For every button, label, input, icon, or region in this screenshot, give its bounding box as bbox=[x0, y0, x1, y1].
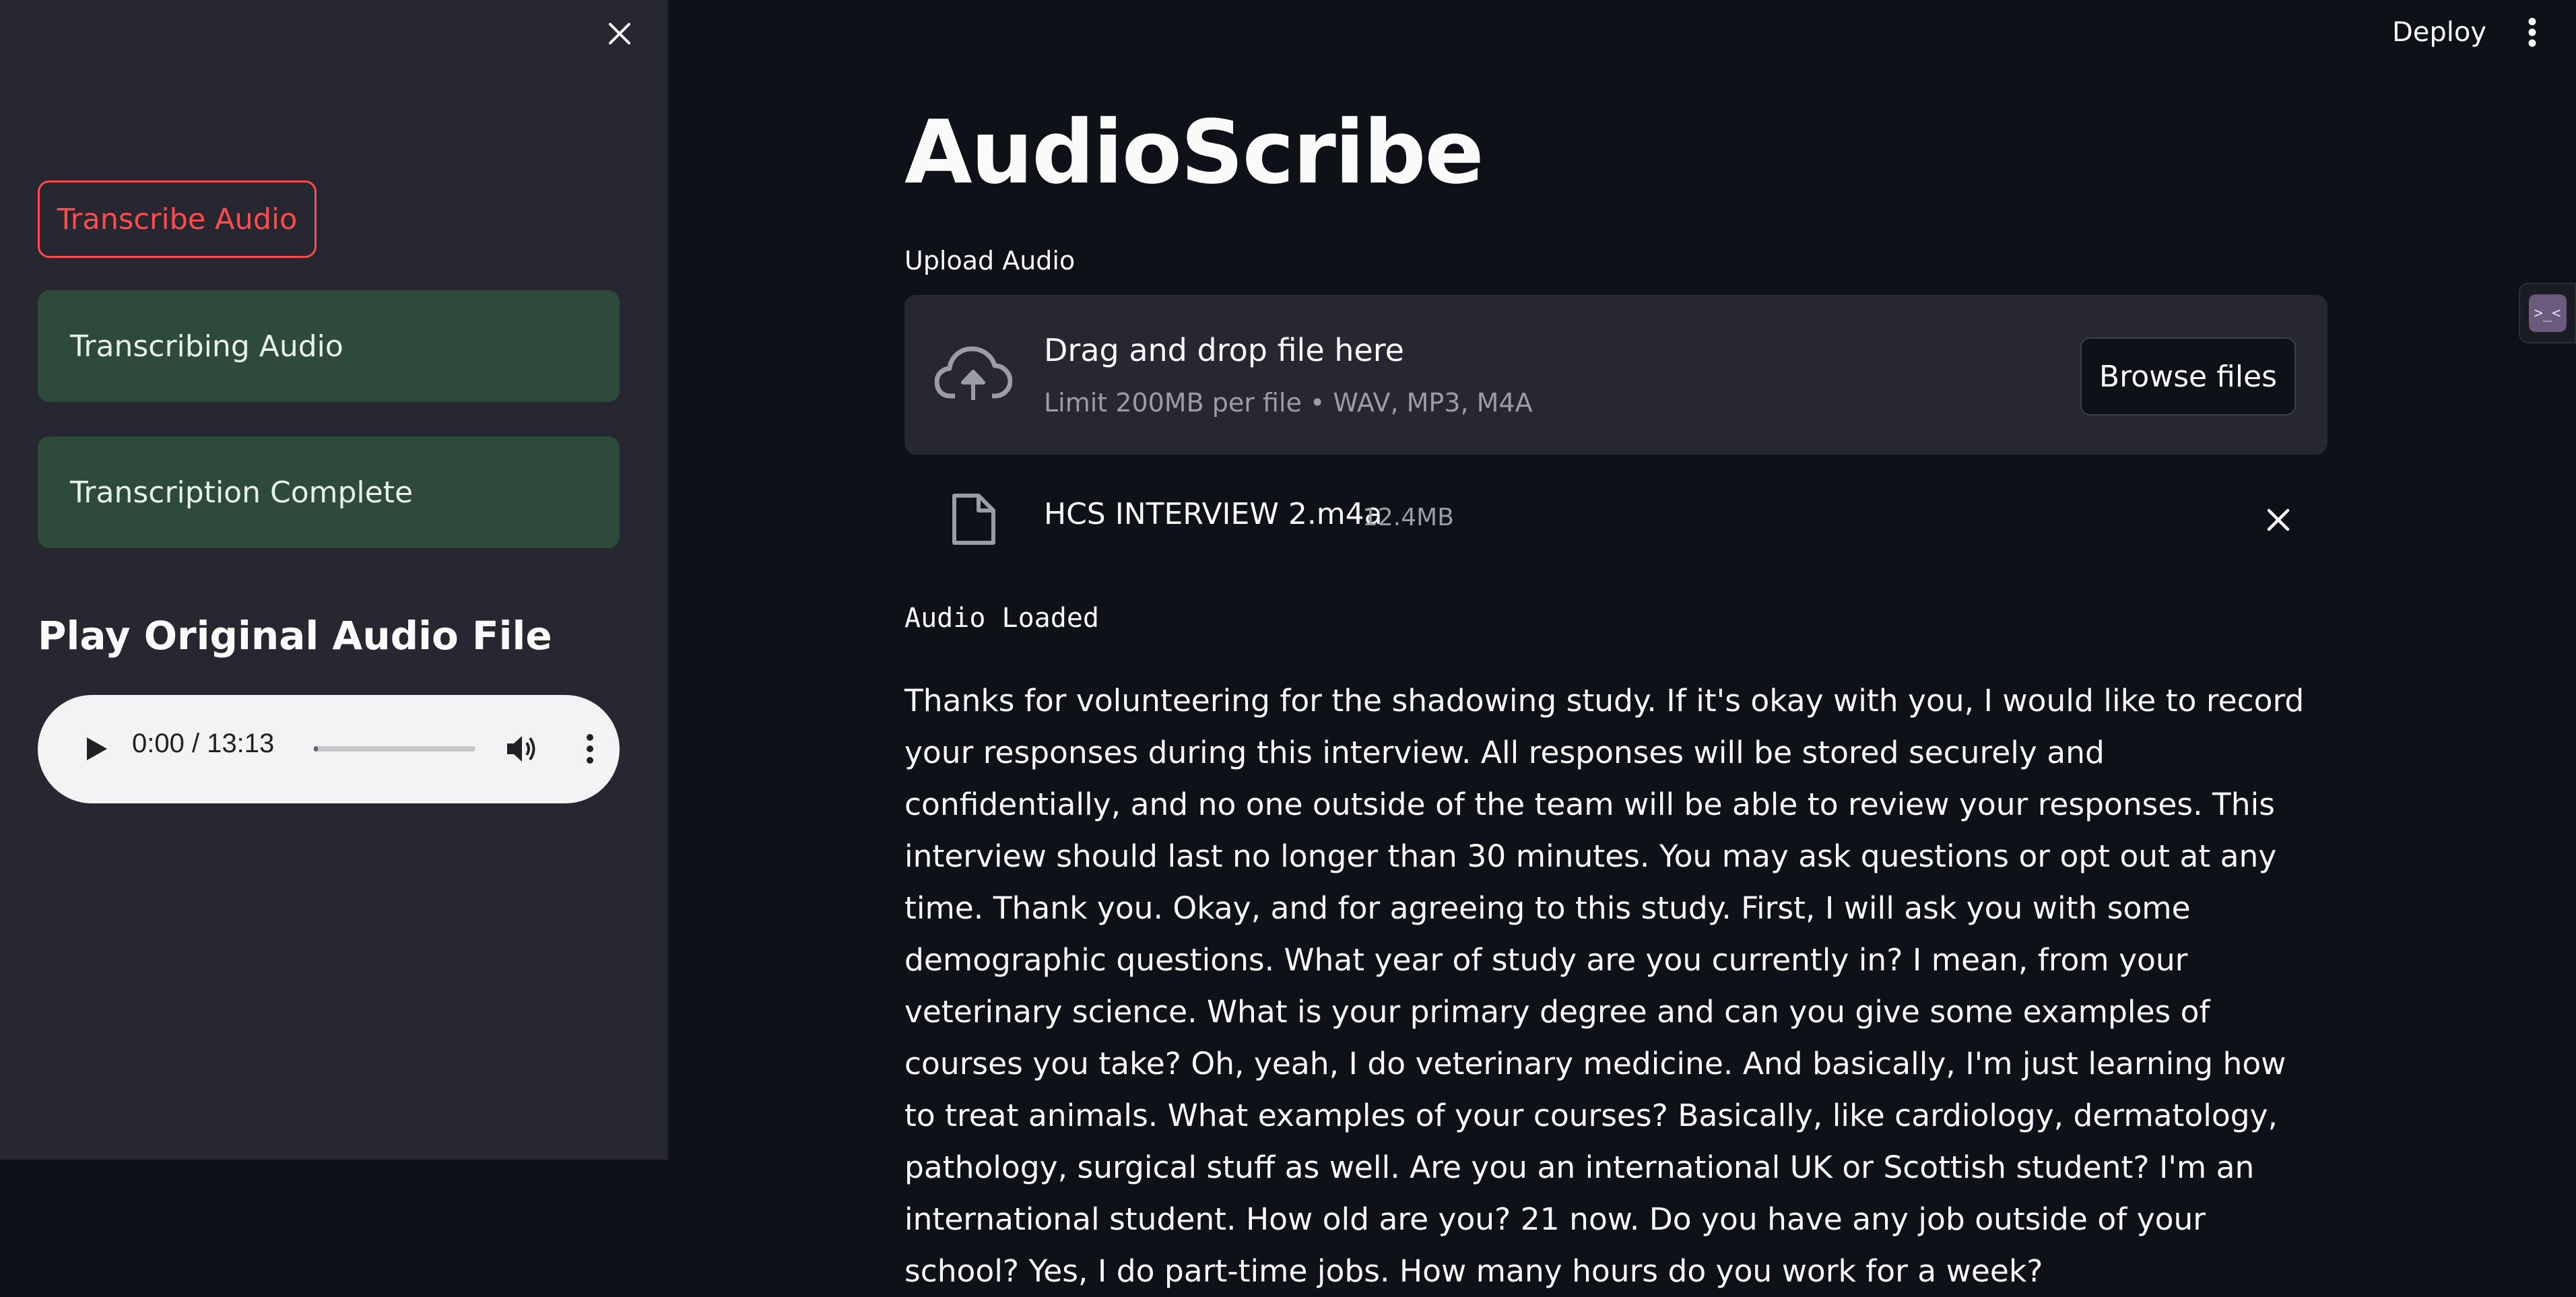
file-name: HCS INTERVIEW 2.m4a bbox=[1044, 497, 1383, 531]
audio-more-button[interactable] bbox=[576, 729, 603, 769]
play-icon bbox=[87, 737, 107, 760]
remove-file-button[interactable] bbox=[2258, 500, 2299, 540]
more-vertical-icon bbox=[587, 734, 593, 764]
transcribe-audio-button[interactable]: Transcribe Audio bbox=[38, 180, 317, 258]
main-menu-button[interactable] bbox=[2515, 12, 2549, 53]
file-dropzone[interactable]: Drag and drop file here Limit 200MB per … bbox=[904, 295, 2327, 455]
page-title: AudioScribe bbox=[904, 101, 1484, 203]
close-sidebar-button[interactable] bbox=[603, 17, 636, 51]
side-helper-widget[interactable]: >_< bbox=[2519, 283, 2576, 343]
transcript-text: Thanks for volunteering for the shadowin… bbox=[904, 683, 2305, 1289]
uploaded-file-row: HCS INTERVIEW 2.m4a 12.4MB bbox=[904, 485, 2327, 552]
dropzone-limit: Limit 200MB per file • WAV, MP3, M4A bbox=[1044, 388, 1533, 418]
avatar: >_< bbox=[2528, 294, 2567, 332]
close-icon bbox=[609, 23, 630, 44]
audio-loaded-status: Audio Loaded bbox=[904, 603, 1099, 634]
browse-files-button[interactable]: Browse files bbox=[2080, 337, 2296, 415]
deploy-button[interactable]: Deploy bbox=[2377, 10, 2501, 54]
cloud-upload-icon bbox=[935, 346, 1012, 400]
play-button[interactable] bbox=[78, 730, 116, 768]
volume-button[interactable] bbox=[502, 729, 543, 769]
volume-icon bbox=[507, 736, 535, 762]
kebab-menu-icon bbox=[2528, 18, 2536, 47]
file-icon bbox=[952, 494, 995, 545]
sidebar: Transcribe Audio Transcribing Audio Tran… bbox=[0, 0, 668, 1160]
audio-seek-slider[interactable] bbox=[314, 746, 475, 752]
status-transcribing: Transcribing Audio bbox=[38, 290, 620, 402]
status-transcription-complete: Transcription Complete bbox=[38, 436, 620, 548]
play-original-heading: Play Original Audio File bbox=[38, 613, 552, 659]
close-icon bbox=[2267, 508, 2290, 531]
file-size: 12.4MB bbox=[1362, 504, 1454, 531]
dropzone-title: Drag and drop file here bbox=[1044, 332, 1404, 368]
audio-player: 0:00 / 13:13 bbox=[38, 695, 620, 803]
audio-time: 0:00 / 13:13 bbox=[132, 729, 275, 758]
upload-label: Upload Audio bbox=[904, 246, 1076, 275]
